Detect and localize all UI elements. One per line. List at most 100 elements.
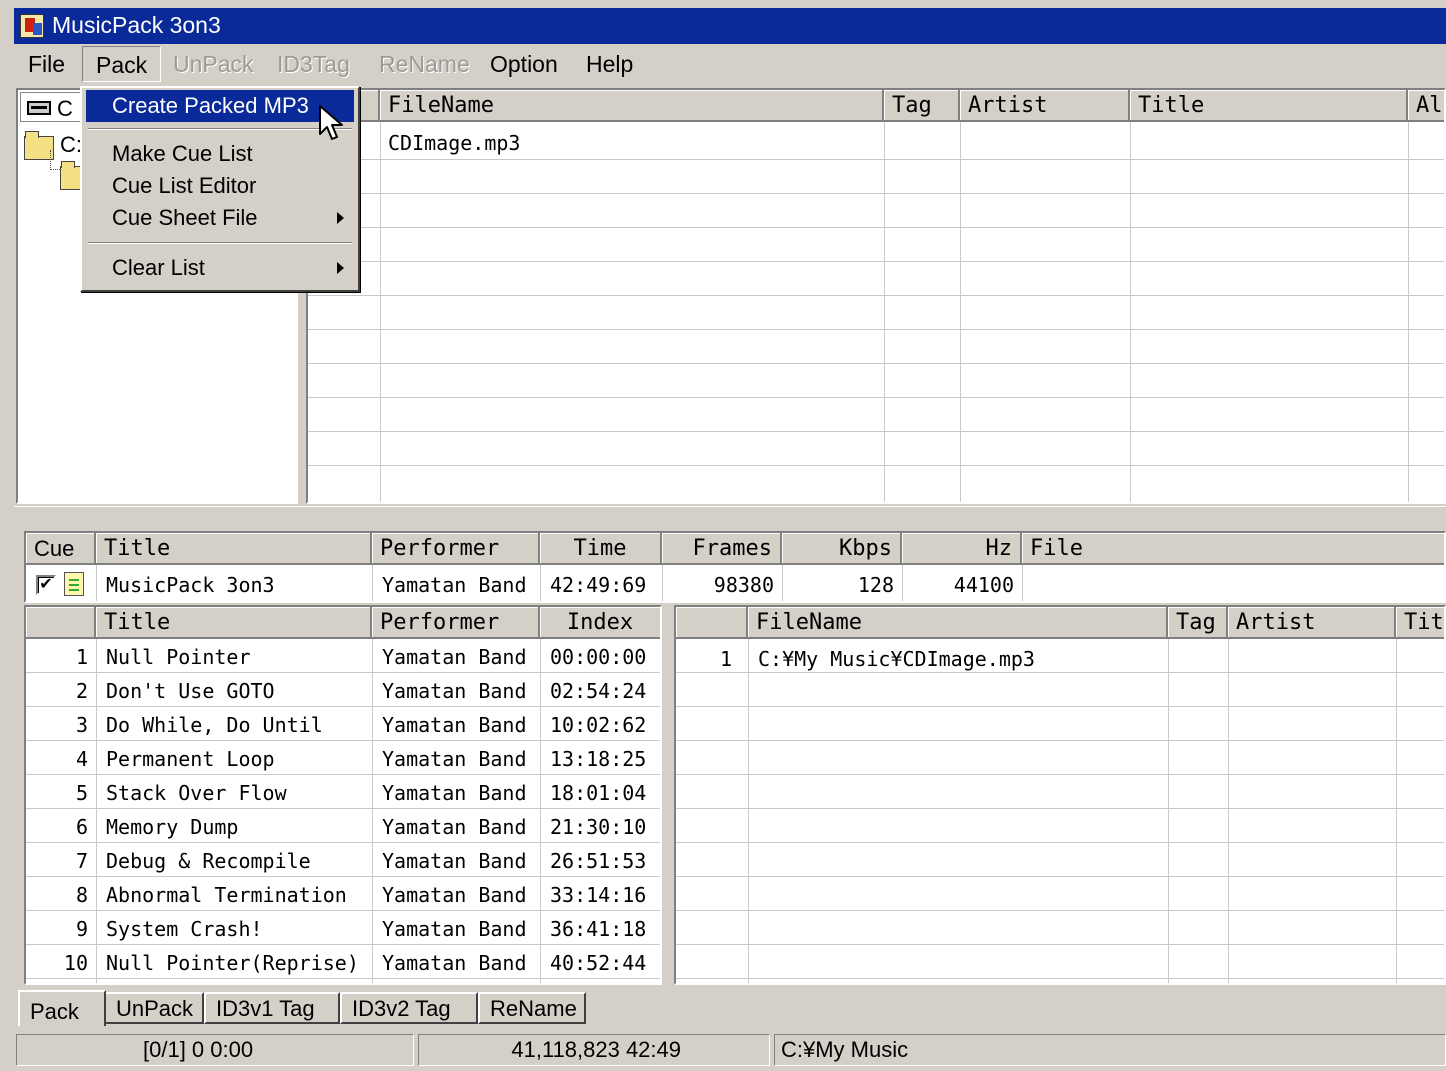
cue-kbps-cell[interactable]: 128 (782, 568, 902, 601)
track-performer-cell[interactable]: Yamatan Band (382, 640, 538, 674)
grid-line (308, 397, 1444, 398)
col-time-header[interactable]: Time (540, 533, 662, 565)
col-performer-header[interactable]: Performer (372, 533, 540, 565)
grid-line (308, 329, 1444, 330)
file-list-grid[interactable]: FileName Tag Artist Title Alb CDImage.mp… (306, 88, 1446, 504)
cue-frames-cell[interactable]: 98380 (662, 568, 782, 601)
track-title-cell[interactable]: Debug & Recompile (106, 844, 368, 878)
horizontal-splitter[interactable] (14, 506, 1446, 522)
tab-rename[interactable]: ReName (478, 992, 586, 1024)
track-index-cell[interactable]: 10:02:62 (550, 708, 660, 742)
col-index-header[interactable]: Index (540, 607, 660, 639)
track-index-cell[interactable]: 40:52:44 (550, 946, 660, 980)
col-hz-header[interactable]: Hz (902, 533, 1022, 565)
track-index-cell[interactable]: 00:00:00 (550, 640, 660, 674)
track-title-cell[interactable]: Abnormal Termination (106, 878, 368, 912)
grid-line (1168, 639, 1169, 983)
track-title-cell[interactable]: Don't Use GOTO (106, 674, 368, 708)
col-cue-header[interactable]: Cue (26, 533, 96, 565)
col-kbps-header[interactable]: Kbps (782, 533, 902, 565)
track-index-cell[interactable]: 33:14:16 (550, 878, 660, 912)
track-performer-cell[interactable]: Yamatan Band (382, 946, 538, 980)
menu-item-label: Create Packed MP3 (112, 93, 309, 118)
track-performer-cell[interactable]: Yamatan Band (382, 776, 538, 810)
col-tag-header[interactable]: Tag (1168, 607, 1228, 639)
track-performer-cell[interactable]: Yamatan Band (382, 844, 538, 878)
col-filename-header[interactable]: FileName (380, 90, 884, 122)
track-index-cell[interactable]: 18:01:04 (550, 776, 660, 810)
track-performer-cell[interactable]: Yamatan Band (382, 708, 538, 742)
menu-unpack[interactable]: UnPack (173, 46, 254, 82)
col-number-header[interactable] (26, 607, 96, 639)
cue-title-cell[interactable]: MusicPack 3on3 (106, 568, 368, 601)
col-filename-header[interactable]: FileName (748, 607, 1168, 639)
track-number-cell: 5 (75, 781, 88, 805)
cue-file-cell[interactable] (1032, 568, 1432, 601)
track-title-cell[interactable]: Stack Over Flow (106, 776, 368, 810)
col-title-header[interactable]: Tit (1396, 607, 1444, 639)
track-number-cell: 9 (75, 917, 88, 941)
col-number-header[interactable] (676, 607, 748, 639)
track-performer-cell[interactable]: Yamatan Band (382, 810, 538, 844)
col-file-header[interactable]: File (1022, 533, 1444, 565)
grid-line (308, 363, 1444, 364)
tab-unpack[interactable]: UnPack (104, 992, 204, 1024)
cue-enabled-checkbox[interactable]: ✔ (36, 575, 56, 595)
cue-hz-cell[interactable]: 44100 (902, 568, 1022, 601)
menu-item-create-packed-mp3[interactable]: Create Packed MP3 (86, 90, 354, 122)
col-artist-header[interactable]: Artist (1228, 607, 1396, 639)
source-file-path-cell[interactable]: C:¥My Music¥CDImage.mp3 (758, 642, 1164, 676)
track-title-cell[interactable]: Memory Dump (106, 810, 368, 844)
track-index-cell[interactable]: 26:51:53 (550, 844, 660, 878)
source-file-number-cell: 1 (719, 647, 732, 671)
menu-pack[interactable]: Pack (82, 46, 162, 82)
menu-rename[interactable]: ReName (379, 46, 470, 82)
tab-id3v2-tag[interactable]: ID3v2 Tag (340, 992, 478, 1024)
track-title-cell[interactable]: Null Pointer(Reprise) (106, 946, 368, 980)
file-list-filename-cell[interactable]: CDImage.mp3 (388, 126, 878, 160)
track-title-cell[interactable]: Do While, Do Until (106, 708, 368, 742)
col-album-header[interactable]: Alb (1408, 90, 1444, 122)
grid-line (748, 639, 749, 983)
menu-item-make-cue-list[interactable]: Make Cue List (86, 138, 354, 170)
col-frames-header[interactable]: Frames (662, 533, 782, 565)
track-index-cell[interactable]: 36:41:18 (550, 912, 660, 946)
track-performer-cell[interactable]: Yamatan Band (382, 674, 538, 708)
track-title-cell[interactable]: Permanent Loop (106, 742, 368, 776)
grid-line (1396, 639, 1397, 983)
cue-performer-cell[interactable]: Yamatan Band (382, 568, 538, 601)
track-performer-cell[interactable]: Yamatan Band (382, 912, 538, 946)
col-tag-header[interactable]: Tag (884, 90, 960, 122)
col-title-header[interactable]: Title (1130, 90, 1408, 122)
menu-file[interactable]: File (28, 46, 65, 82)
menu-option[interactable]: Option (490, 46, 558, 82)
track-performer-cell[interactable]: Yamatan Band (382, 878, 538, 912)
cue-time-cell[interactable]: 42:49:69 (550, 568, 660, 601)
menu-item-cue-sheet-file[interactable]: Cue Sheet File (86, 202, 354, 234)
track-list-grid[interactable]: Title Performer Index 1 Null Pointer Yamat… (24, 605, 662, 985)
track-title-cell[interactable]: System Crash! (106, 912, 368, 946)
track-index-cell[interactable]: 02:54:24 (550, 674, 660, 708)
track-index-cell[interactable]: 21:30:10 (550, 810, 660, 844)
grid-line (308, 193, 1444, 194)
submenu-arrow-icon (337, 262, 344, 274)
cue-summary-grid[interactable]: Cue Title Performer Time Frames Kbps Hz … (24, 531, 1446, 603)
grid-line (676, 978, 1444, 979)
track-index-cell[interactable]: 13:18:25 (550, 742, 660, 776)
tab-id3v1-tag[interactable]: ID3v1 Tag (204, 992, 340, 1024)
track-performer-cell[interactable]: Yamatan Band (382, 742, 538, 776)
source-file-grid[interactable]: FileName Tag Artist Tit 1 C:¥My Music¥CD… (674, 605, 1446, 985)
grid-line (540, 639, 541, 983)
track-title-cell[interactable]: Null Pointer (106, 640, 368, 674)
grid-line (1228, 639, 1229, 983)
col-performer-header[interactable]: Performer (372, 607, 540, 639)
col-artist-header[interactable]: Artist (960, 90, 1130, 122)
grid-line (308, 295, 1444, 296)
menu-item-clear-list[interactable]: Clear List (86, 252, 354, 284)
menu-id3tag[interactable]: ID3Tag (277, 46, 350, 82)
tab-pack[interactable]: Pack (18, 990, 106, 1026)
col-title-header[interactable]: Title (96, 533, 372, 565)
col-title-header[interactable]: Title (96, 607, 372, 639)
menu-item-cue-list-editor[interactable]: Cue List Editor (86, 170, 354, 202)
menu-help[interactable]: Help (586, 46, 633, 82)
